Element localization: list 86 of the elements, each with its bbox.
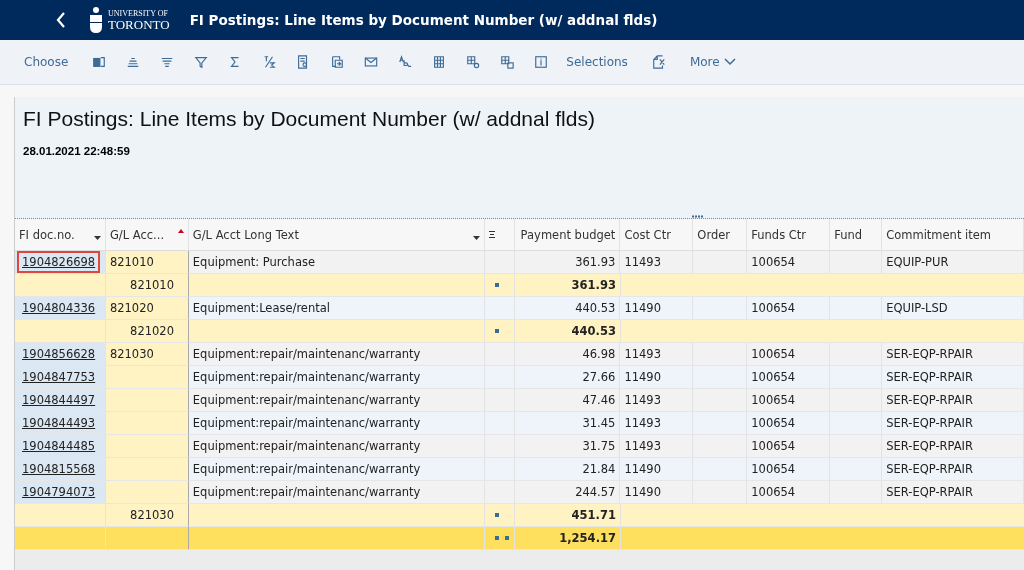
table-cell: 11493	[624, 416, 661, 430]
table-cell: Equipment: Purchase	[192, 255, 315, 269]
report-timestamp: 28.01.2021 22:48:59	[23, 145, 130, 157]
column-header[interactable]: G/L Acc...	[109, 227, 165, 242]
table-cell: 821020	[109, 301, 154, 315]
table-cell: SER-EQP-RPAIR	[886, 393, 973, 407]
sum-icon	[488, 231, 495, 238]
table-cell: 440.53	[575, 301, 616, 315]
back-icon[interactable]	[56, 12, 66, 28]
table-cell: 31.75	[582, 439, 616, 453]
table-cell: 100654	[751, 255, 796, 269]
total-level-icon	[495, 329, 499, 333]
table-cell: Equipment:repair/maintenanc/warranty	[192, 393, 421, 407]
table-cell: SER-EQP-RPAIR	[886, 370, 973, 384]
dropdown-icon[interactable]	[472, 235, 480, 240]
table-cell: SER-EQP-RPAIR	[886, 462, 973, 476]
table-cell: 100654	[751, 347, 796, 361]
total-level-icon	[495, 283, 499, 287]
table-cell: 821030	[130, 508, 174, 522]
chevron-down-icon	[723, 58, 736, 66]
total-cell: 440.53	[571, 324, 616, 338]
logo-wordmark: TORONTO	[108, 17, 170, 31]
table-cell: 47.46	[582, 393, 616, 407]
report-title: FI Postings: Line Items by Document Number (w/ addnal flds)	[23, 107, 596, 131]
total-level-icon	[505, 536, 509, 540]
logo-caption: UNIVERSITY OF	[108, 9, 169, 18]
app-title: FI Postings: Line Items by Document Number (w/ addnal flds)	[189, 12, 658, 28]
selections-button[interactable]: Selections	[560, 51, 634, 73]
table-cell: Equipment:Lease/rental	[192, 301, 330, 315]
column-header[interactable]: Cost Ctr	[624, 227, 671, 242]
dropdown-icon[interactable]	[93, 235, 101, 240]
table-cell: SER-EQP-RPAIR	[886, 347, 973, 361]
table-cell: 100654	[751, 370, 796, 384]
crest-icon	[88, 6, 104, 34]
column-header[interactable]: Commitment item	[886, 227, 992, 242]
column-header[interactable]: FI doc.no.	[19, 227, 75, 242]
table-cell: Equipment:repair/maintenanc/warranty	[192, 485, 421, 499]
table-cell: 11493	[624, 439, 661, 453]
table-cell: 11490	[624, 485, 661, 499]
table-cell: Equipment:repair/maintenanc/warranty	[192, 347, 421, 361]
total-cell: 361.93	[571, 278, 616, 292]
table-cell: SER-EQP-RPAIR	[886, 439, 973, 453]
table-cell: SER-EQP-RPAIR	[886, 416, 973, 430]
table-cell: Equipment:repair/maintenanc/warranty	[192, 462, 421, 476]
document-link[interactable]: 1904826698	[17, 251, 101, 273]
table-cell: 27.66	[582, 370, 616, 384]
table-cell: Equipment:repair/maintenanc/warranty	[192, 416, 421, 430]
table-cell: 31.45	[582, 416, 616, 430]
table-cell: 100654	[751, 301, 796, 315]
splitter-handle-icon[interactable]	[692, 215, 704, 218]
table-cell: 100654	[751, 416, 796, 430]
table-cell: EQUIP-LSD	[886, 301, 948, 315]
table-cell: 100654	[751, 485, 796, 499]
table-cell: SER-EQP-RPAIR	[886, 485, 973, 499]
total-level-icon	[495, 513, 499, 517]
total-cell: 451.71	[571, 508, 616, 522]
table-cell: 821020	[130, 324, 174, 338]
table-cell: 11493	[624, 347, 661, 361]
table-cell: 100654	[751, 462, 796, 476]
column-header[interactable]: G/L Acct Long Text	[192, 227, 299, 242]
more-button[interactable]: More	[683, 51, 742, 73]
column-header[interactable]: Fund	[834, 227, 863, 242]
table-cell: 11493	[624, 393, 661, 407]
table-cell: Equipment:repair/maintenanc/warranty	[192, 370, 421, 384]
table-cell: 244.57	[575, 485, 616, 499]
table-cell: 821010	[130, 278, 174, 292]
table-cell: 361.93	[575, 255, 616, 269]
table-cell: 46.98	[582, 347, 616, 361]
table-cell: 100654	[751, 439, 796, 453]
table-cell: 821010	[109, 255, 154, 269]
column-header[interactable]: Funds Ctr	[751, 227, 807, 242]
sort-ascending-icon[interactable]	[177, 228, 184, 233]
table-cell: 100654	[751, 393, 796, 407]
table-cell: EQUIP-PUR	[886, 255, 949, 269]
column-header[interactable]: Payment budget	[520, 227, 616, 242]
table-cell: 21.84	[582, 462, 616, 476]
table-cell: 11490	[624, 301, 661, 315]
choose-button[interactable]: Choose	[18, 51, 75, 73]
total-level-icon	[495, 536, 499, 540]
table-cell: 11493	[624, 255, 661, 269]
table-cell: 11490	[624, 370, 661, 384]
column-header[interactable]: Order	[697, 227, 730, 242]
table-cell: Equipment:repair/maintenanc/warranty	[192, 439, 421, 453]
total-cell: 1,254.17	[559, 531, 616, 545]
table-cell: 821030	[109, 347, 154, 361]
table-cell: 11490	[624, 462, 661, 476]
